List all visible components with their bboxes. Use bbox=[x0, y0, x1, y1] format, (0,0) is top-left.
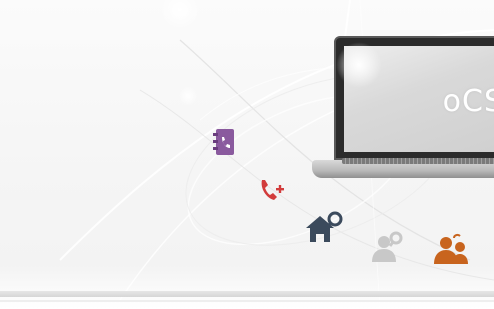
user-search-icon bbox=[370, 230, 406, 264]
phonebook-icon bbox=[212, 128, 236, 156]
home-search-icon bbox=[304, 210, 346, 244]
divider-line bbox=[0, 300, 494, 302]
lens-flare bbox=[178, 86, 198, 106]
screen-logo-text: oCS bbox=[442, 84, 494, 119]
user-contact-icon bbox=[432, 232, 472, 266]
laptop-keyboard bbox=[342, 158, 494, 164]
lens-flare bbox=[336, 42, 382, 88]
add-call-icon bbox=[258, 176, 286, 204]
laptop-illustration: oCS bbox=[312, 24, 494, 194]
divider-bar bbox=[0, 291, 494, 297]
header-banner: oCS bbox=[0, 0, 494, 309]
